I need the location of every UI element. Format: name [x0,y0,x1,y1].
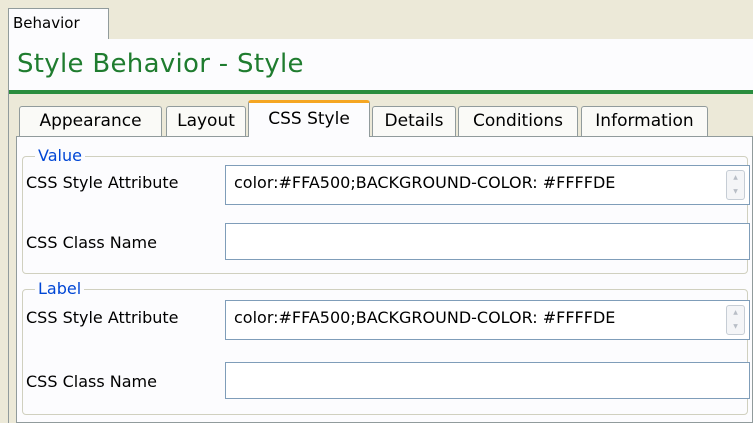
label-css-class-input[interactable] [225,362,750,399]
tab-css-style[interactable]: CSS Style [248,100,370,137]
label-css-style-spinner[interactable]: ▲ ▼ [726,305,745,335]
label-css-style-input[interactable]: color:#FFA500;BACKGROUND-COLOR: #FFFFDE … [225,300,750,340]
value-css-class-input[interactable] [225,223,750,260]
tab-conditions[interactable]: Conditions [458,106,578,136]
tab-appearance[interactable]: Appearance [19,106,162,136]
style-behavior-window: Behavior Style Behavior - Style Appearan… [0,0,753,423]
value-css-style-text: color:#FFA500;BACKGROUND-COLOR: #FFFFDE [234,173,616,192]
label-group: Label CSS Style Attribute color:#FFA500;… [22,279,750,415]
value-css-style-input[interactable]: color:#FFA500;BACKGROUND-COLOR: #FFFFDE … [225,165,750,205]
chevron-up-icon[interactable]: ▲ [727,171,744,185]
value-css-class-label: CSS Class Name [26,233,157,252]
value-group: Value CSS Style Attribute color:#FFA500;… [22,146,750,274]
css-style-panel: Value CSS Style Attribute color:#FFA500;… [16,136,753,423]
tab-details[interactable]: Details [372,106,456,136]
value-group-legend: Value [35,146,85,165]
tab-container: Appearance Layout CSS Style Details Cond… [9,94,753,423]
label-css-style-text: color:#FFA500;BACKGROUND-COLOR: #FFFFDE [234,308,616,327]
label-css-class-label: CSS Class Name [26,372,157,391]
label-group-legend: Label [35,279,85,298]
tab-layout[interactable]: Layout [166,106,246,136]
chevron-down-icon[interactable]: ▼ [727,320,744,334]
chevron-down-icon[interactable]: ▼ [727,185,744,199]
behavior-panel: Style Behavior - Style Appearance Layout… [8,39,753,423]
top-tab-strip: Behavior [0,0,753,40]
tab-behavior[interactable]: Behavior [8,8,109,40]
chevron-up-icon[interactable]: ▲ [727,306,744,320]
label-css-style-label: CSS Style Attribute [26,308,179,327]
tab-information[interactable]: Information [581,106,708,136]
value-css-style-spinner[interactable]: ▲ ▼ [726,170,745,200]
page-title: Style Behavior - Style [17,49,304,79]
value-css-style-label: CSS Style Attribute [26,173,179,192]
